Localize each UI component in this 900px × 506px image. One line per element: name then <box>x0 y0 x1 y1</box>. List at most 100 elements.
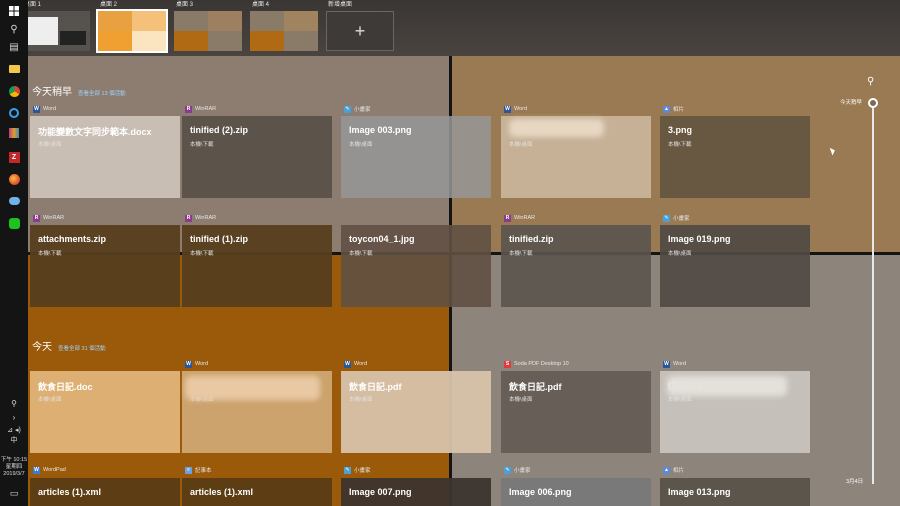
card-app-name: 相片 <box>673 468 685 474</box>
new-desktop-button[interactable]: 新增桌面 + <box>326 0 400 51</box>
card-file-name: tinified.zip <box>509 234 554 244</box>
word-icon: W <box>663 360 670 368</box>
winrar-icon: R <box>185 214 192 222</box>
see-all-link[interactable]: 查看全部 31 個活動 <box>58 344 106 352</box>
see-all-link[interactable]: 查看全部 13 個活動 <box>78 89 126 97</box>
activity-card[interactable]: Image 019.png 本機\桌面 <box>660 225 810 307</box>
timeline-thumb[interactable] <box>868 98 878 108</box>
wordpad-icon: W <box>33 466 40 474</box>
clock-time[interactable]: 下午 10:15 <box>0 457 28 464</box>
card-app-name: Word <box>514 106 528 112</box>
card-file-location: 本機\下載 <box>190 251 214 257</box>
card-app-name: 小畫家 <box>673 216 690 222</box>
card-file-name: tinified (1).zip <box>190 234 248 244</box>
sync-icon[interactable] <box>7 106 21 120</box>
word-icon: W <box>33 105 40 113</box>
search-icon[interactable]: ⚲ <box>7 22 21 36</box>
card-file-name: 功能變數文字同步範本.docx <box>38 127 152 137</box>
paint-icon: ✎ <box>344 466 351 474</box>
card-file-name: 飲食日記.doc <box>38 382 93 392</box>
cloud-app-icon[interactable] <box>7 194 21 208</box>
card-app-name: WinRAR <box>195 106 217 112</box>
filezilla-icon[interactable]: Z <box>7 150 21 164</box>
activity-card[interactable]: Image 006.png <box>501 478 651 506</box>
desktop-1[interactable]: 桌面 1 <box>22 0 96 51</box>
activity-card[interactable]: tinified (2).zip 本機\下載 <box>182 116 332 198</box>
card-file-name: 飲食日記.pdf <box>509 382 562 392</box>
paint-icon: ✎ <box>344 105 351 113</box>
timeline-label-top: 今天稍早 <box>840 100 863 106</box>
input-language[interactable]: 中 <box>0 437 28 444</box>
photos-icon: ▲ <box>663 466 670 474</box>
card-file-name: toycon04_1.jpg <box>349 234 415 244</box>
line-icon[interactable] <box>7 216 21 230</box>
activity-card[interactable]: 飲食日記.pdf 本機\桌面 <box>501 371 651 453</box>
activity-card[interactable]: tinified.zip 本機\下載 <box>501 225 651 307</box>
firefox-icon[interactable] <box>7 172 21 186</box>
card-app-label: R WinRAR <box>185 104 216 114</box>
activity-card[interactable]: 功能變數文字同步範本.docx 本機\桌面 <box>30 116 180 198</box>
card-app-name: WordPad <box>43 467 66 473</box>
activity-card[interactable]: Image 007.png <box>341 478 491 506</box>
card-file-location: 本機\桌面 <box>38 397 62 403</box>
card-app-name: Word <box>354 361 368 367</box>
card-app-name: Word <box>195 361 209 367</box>
card-file-name: 飲食日記.pdf <box>349 382 402 392</box>
winrar-icon[interactable] <box>7 126 21 140</box>
card-app-label: ▲ 相片 <box>663 465 684 475</box>
activity-card[interactable]: attachments.zip 本機\下載 <box>30 225 180 307</box>
activity-card[interactable]: articles (1).xml <box>30 478 180 506</box>
network-volume-icon[interactable]: ⊿ ◂) <box>5 423 23 437</box>
activity-card[interactable]: 飲食日記.doc 本機\桌面 <box>30 371 180 453</box>
activity-card[interactable]: Image 013.png <box>660 478 810 506</box>
people-icon[interactable]: ⚲ <box>7 396 21 410</box>
winrar-icon: R <box>185 105 192 113</box>
card-app-name: Word <box>43 106 57 112</box>
card-app-label: ▲ 相片 <box>663 104 684 114</box>
card-app-label: W Word <box>185 359 208 369</box>
timeline-search-icon[interactable]: ⚲ <box>867 76 874 87</box>
virtual-desktops-bar: 桌面 1 桌面 2 桌面 3 桌面 4 新增桌面 + <box>0 0 900 56</box>
card-app-label: W Word <box>663 359 686 369</box>
desktop-4[interactable]: 桌面 4 <box>250 0 324 51</box>
card-app-label: R WinRAR <box>185 213 216 223</box>
card-app-name: WinRAR <box>43 215 65 221</box>
clock-weekday: 星期四 <box>5 464 23 470</box>
card-app-label: W Word <box>504 104 527 114</box>
windows-start-icon[interactable] <box>7 4 21 18</box>
activity-card[interactable]: 飲食日記.pdf 本機\桌面 <box>341 371 491 453</box>
card-file-location: 本機\下載 <box>509 251 533 257</box>
chrome-icon[interactable] <box>7 84 21 98</box>
desktop-2[interactable]: 桌面 2 <box>96 0 172 53</box>
file-explorer-icon[interactable] <box>7 62 21 76</box>
soda-pdf-icon: S <box>504 360 511 368</box>
card-file-location: 本機\桌面 <box>668 251 692 257</box>
notification-icon[interactable]: ▭ <box>7 486 21 500</box>
card-file-location: 本機\桌面 <box>349 397 373 403</box>
card-file-name: attachments.zip <box>38 234 107 244</box>
activity-card[interactable]: 3.png 本機\下載 <box>660 116 810 198</box>
desktop-3[interactable]: 桌面 3 <box>174 0 248 51</box>
plus-icon: + <box>326 11 394 51</box>
taskbar: ⚲ ▤ Z ⚲ › ⊿ ◂) 中 下午 10:15 星期四 2019/3/7 ▭ <box>0 0 28 506</box>
card-app-name: Soda PDF Desktop 10 <box>514 361 569 367</box>
card-app-label: R WinRAR <box>504 213 535 223</box>
card-file-location: 本機\桌面 <box>668 397 692 403</box>
activity-card[interactable]: toycon04_1.jpg 本機\下載 <box>341 225 491 307</box>
task-view-icon[interactable]: ▤ <box>7 40 21 54</box>
chevron-up-icon[interactable]: › <box>7 410 21 424</box>
desktop-2-thumbnail <box>96 9 168 53</box>
card-app-label: W WordPad <box>33 465 66 475</box>
card-app-label: ✎ 小畫家 <box>663 213 690 223</box>
timeline-scrollbar[interactable] <box>872 104 874 484</box>
activity-card[interactable]: articles (1).xml <box>182 478 332 506</box>
redacted-text <box>667 376 787 396</box>
card-file-location: 本機\桌面 <box>38 142 62 148</box>
card-file-name: Image 007.png <box>349 487 412 497</box>
redacted-text <box>185 376 320 400</box>
card-file-location: 本機\桌面 <box>349 142 373 148</box>
activity-card[interactable]: Image 003.png 本機\桌面 <box>341 116 491 198</box>
card-file-name: Image 013.png <box>668 487 731 497</box>
card-app-label: ✎ 小畫家 <box>344 465 371 475</box>
activity-card[interactable]: tinified (1).zip 本機\下載 <box>182 225 332 307</box>
